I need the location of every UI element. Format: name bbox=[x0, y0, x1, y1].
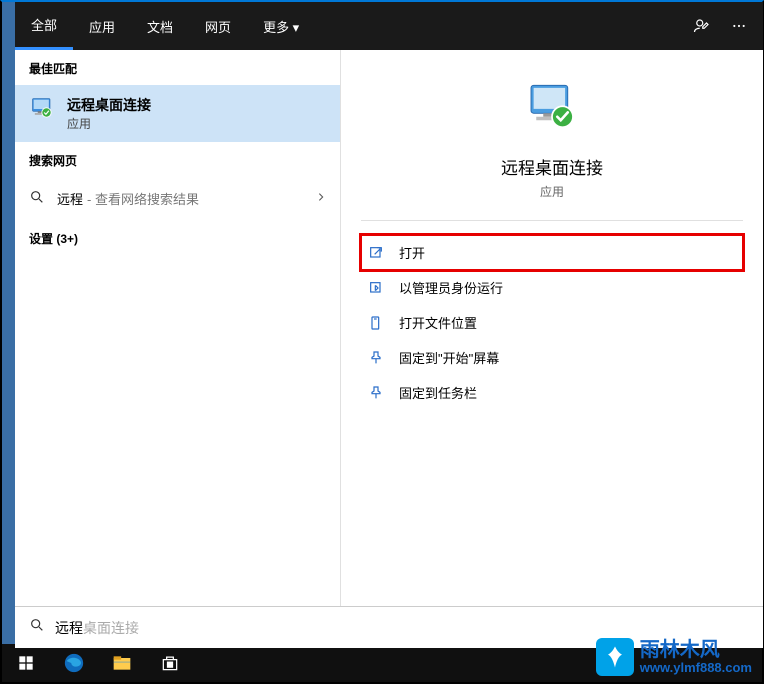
taskbar-file-explorer[interactable] bbox=[98, 644, 146, 682]
best-match-title: 远程桌面连接 bbox=[67, 95, 151, 115]
best-match-item[interactable]: 远程桌面连接 应用 bbox=[15, 85, 340, 142]
watermark-icon bbox=[596, 638, 634, 676]
tab-web[interactable]: 网页 bbox=[189, 2, 247, 50]
action-folder-label: 打开文件位置 bbox=[399, 313, 477, 332]
watermark-en: www.ylmf888.com bbox=[640, 660, 752, 675]
tab-more[interactable]: 更多 ▾ bbox=[247, 2, 315, 50]
windows-search-panel: 全部 应用 文档 网页 更多 ▾ 最佳匹配 bbox=[15, 2, 763, 606]
action-admin-label: 以管理员身份运行 bbox=[399, 278, 503, 297]
best-match-subtitle: 应用 bbox=[67, 115, 151, 132]
search-web-item[interactable]: 远程 - 查看网络搜索结果 bbox=[15, 177, 340, 220]
search-results-column: 最佳匹配 远程桌面连接 应用 bbox=[15, 50, 341, 606]
taskbar-edge[interactable] bbox=[50, 644, 98, 682]
search-tabs-bar: 全部 应用 文档 网页 更多 ▾ bbox=[15, 2, 763, 50]
more-options-icon[interactable] bbox=[731, 18, 747, 34]
open-icon bbox=[367, 245, 385, 261]
watermark: 雨林木风 www.ylmf888.com bbox=[596, 638, 752, 676]
search-web-query: 远程 bbox=[57, 189, 83, 208]
tab-documents[interactable]: 文档 bbox=[131, 2, 189, 50]
taskbar-store[interactable] bbox=[146, 644, 194, 682]
shield-icon bbox=[367, 280, 385, 296]
preview-subtitle: 应用 bbox=[540, 183, 564, 200]
tab-more-label: 更多 ▾ bbox=[263, 17, 299, 36]
action-pinstart-label: 固定到"开始"屏幕 bbox=[399, 348, 499, 367]
feedback-icon[interactable] bbox=[693, 17, 711, 35]
search-icon bbox=[29, 617, 45, 638]
tab-all[interactable]: 全部 bbox=[15, 2, 73, 50]
desktop-background-strip bbox=[2, 2, 15, 652]
tab-apps[interactable]: 应用 bbox=[73, 2, 131, 50]
preview-pane: 远程桌面连接 应用 打开 以管理员身份运行 bbox=[341, 50, 763, 606]
search-web-hint: - 查看网络搜索结果 bbox=[87, 189, 199, 208]
action-open[interactable]: 打开 bbox=[361, 235, 743, 270]
tab-documents-label: 文档 bbox=[147, 17, 173, 36]
tab-web-label: 网页 bbox=[205, 17, 231, 36]
action-open-label: 打开 bbox=[399, 243, 425, 262]
search-autocomplete-text: 桌面连接 bbox=[83, 618, 139, 638]
watermark-cn: 雨林木风 bbox=[640, 640, 752, 660]
pin-taskbar-icon bbox=[367, 385, 385, 401]
action-pin-to-start[interactable]: 固定到"开始"屏幕 bbox=[361, 340, 743, 375]
preview-title: 远程桌面连接 bbox=[501, 154, 603, 179]
best-match-header: 最佳匹配 bbox=[15, 50, 340, 85]
start-button[interactable] bbox=[2, 644, 50, 682]
rdp-app-icon bbox=[29, 95, 57, 123]
rdp-app-icon-large bbox=[524, 80, 580, 136]
folder-icon bbox=[367, 315, 385, 331]
tab-apps-label: 应用 bbox=[89, 17, 115, 36]
preview-actions-list: 打开 以管理员身份运行 打开文件位置 bbox=[341, 221, 763, 424]
action-open-file-location[interactable]: 打开文件位置 bbox=[361, 305, 743, 340]
chevron-right-icon bbox=[316, 190, 326, 207]
pin-start-icon bbox=[367, 350, 385, 366]
search-icon bbox=[29, 189, 49, 208]
search-web-header: 搜索网页 bbox=[15, 142, 340, 177]
settings-header[interactable]: 设置 (3+) bbox=[15, 220, 340, 255]
action-run-as-admin[interactable]: 以管理员身份运行 bbox=[361, 270, 743, 305]
action-pintb-label: 固定到任务栏 bbox=[399, 383, 477, 402]
search-typed-text: 远程 bbox=[55, 618, 83, 638]
tab-all-label: 全部 bbox=[31, 15, 57, 34]
action-pin-to-taskbar[interactable]: 固定到任务栏 bbox=[361, 375, 743, 410]
